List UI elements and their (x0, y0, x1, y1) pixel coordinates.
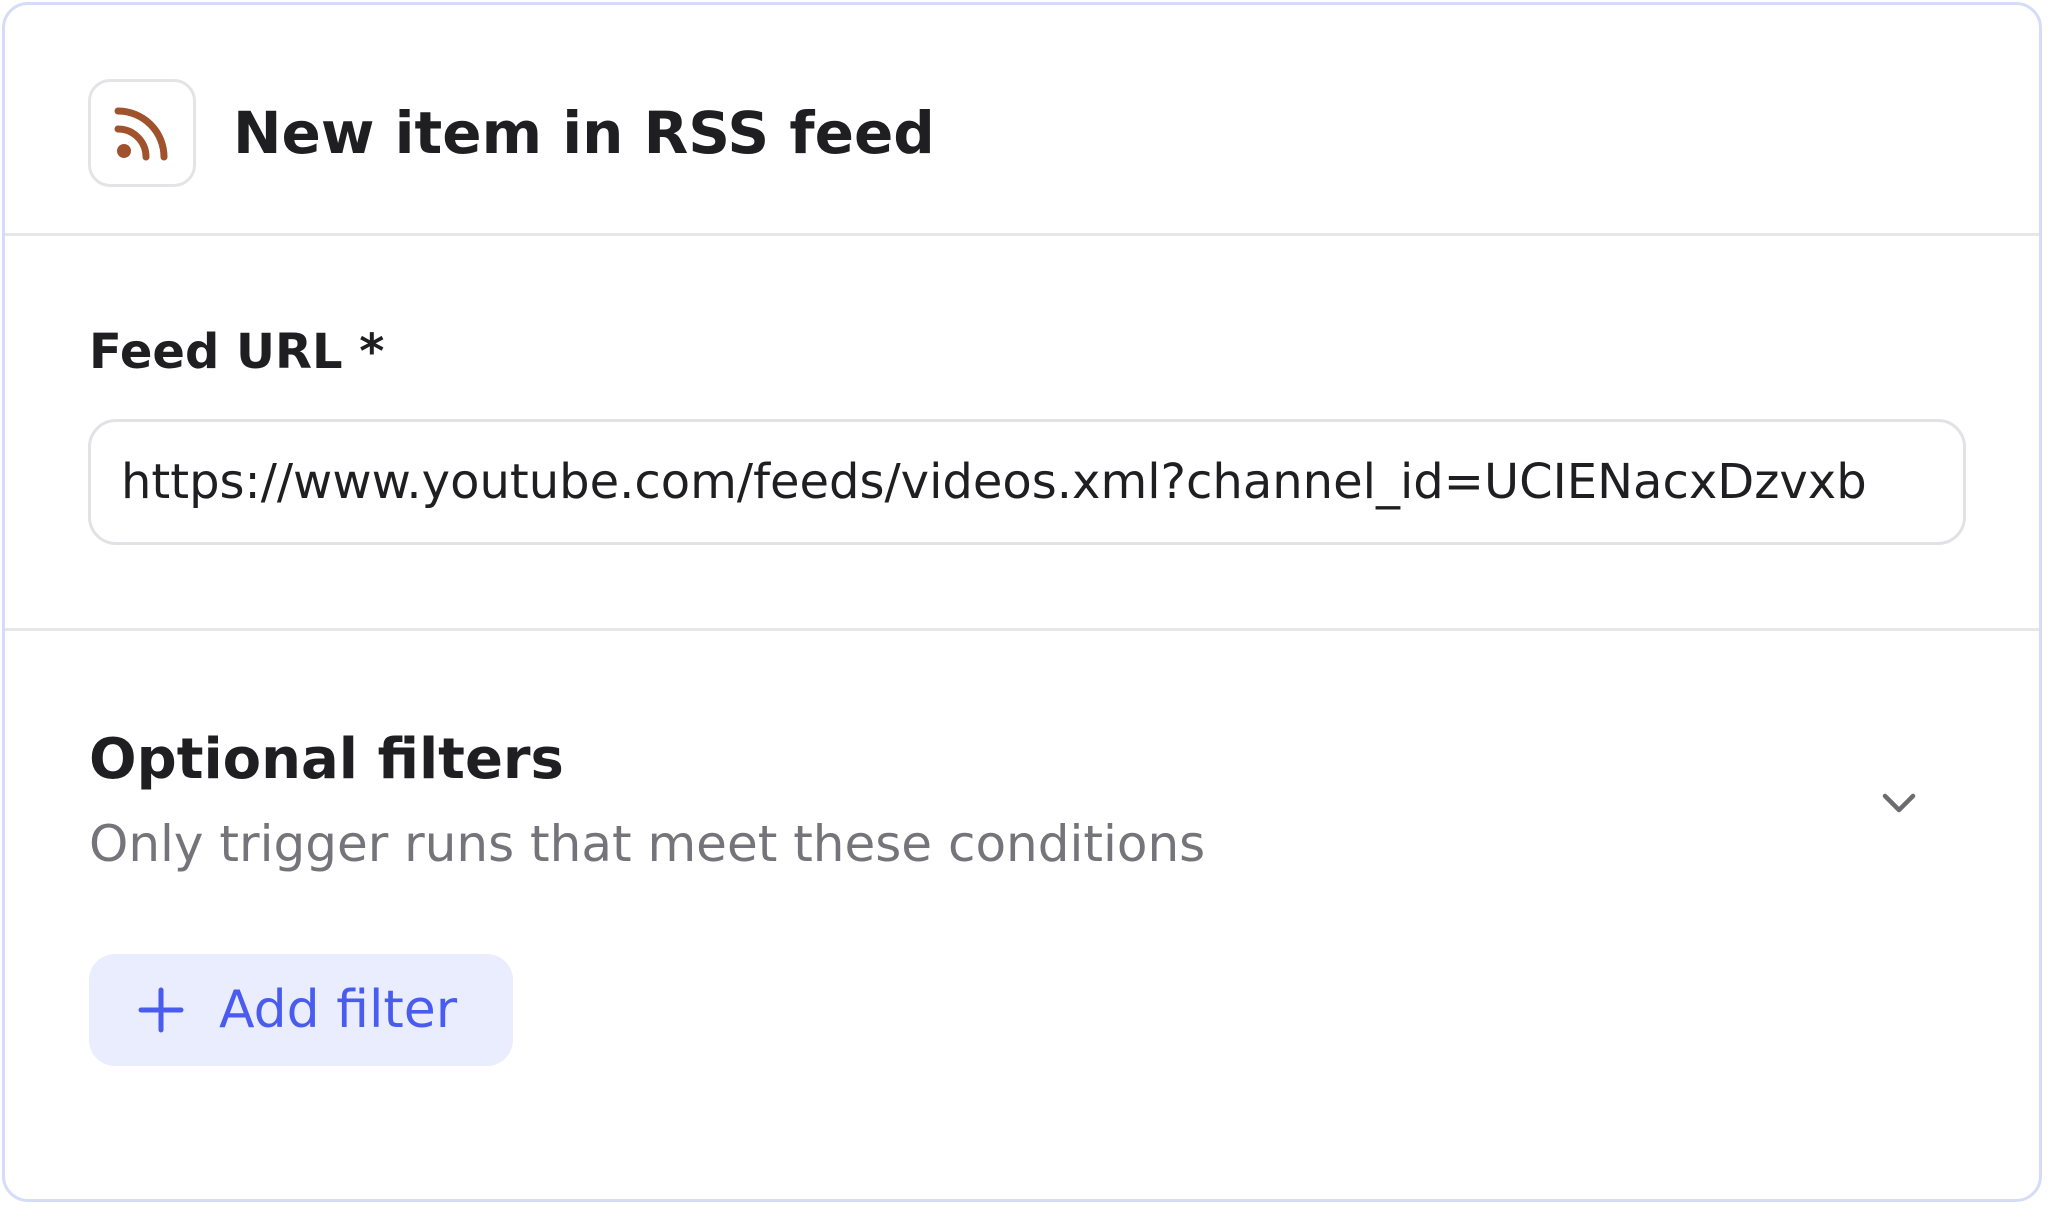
rss-app-badge (88, 79, 196, 187)
add-filter-label: Add filter (219, 980, 458, 1040)
card-header: New item in RSS feed (5, 5, 2039, 236)
rss-icon (114, 107, 168, 161)
optional-filters-title: Optional filters (89, 727, 564, 792)
add-filter-button[interactable]: Add filter (89, 954, 513, 1066)
plus-icon (137, 986, 185, 1034)
optional-filters-subtitle: Only trigger runs that meet these condit… (89, 815, 1206, 873)
feed-url-input[interactable] (88, 419, 1966, 545)
trigger-card: New item in RSS feed Feed URL * Optional… (2, 2, 2042, 1202)
feed-url-section: Feed URL * (5, 236, 2039, 631)
optional-filters-section: Optional filters Only trigger runs that … (5, 631, 2039, 1199)
trigger-title: New item in RSS feed (233, 99, 935, 167)
feed-url-label: Feed URL * (89, 324, 385, 380)
chevron-down-icon[interactable] (1875, 779, 1923, 827)
